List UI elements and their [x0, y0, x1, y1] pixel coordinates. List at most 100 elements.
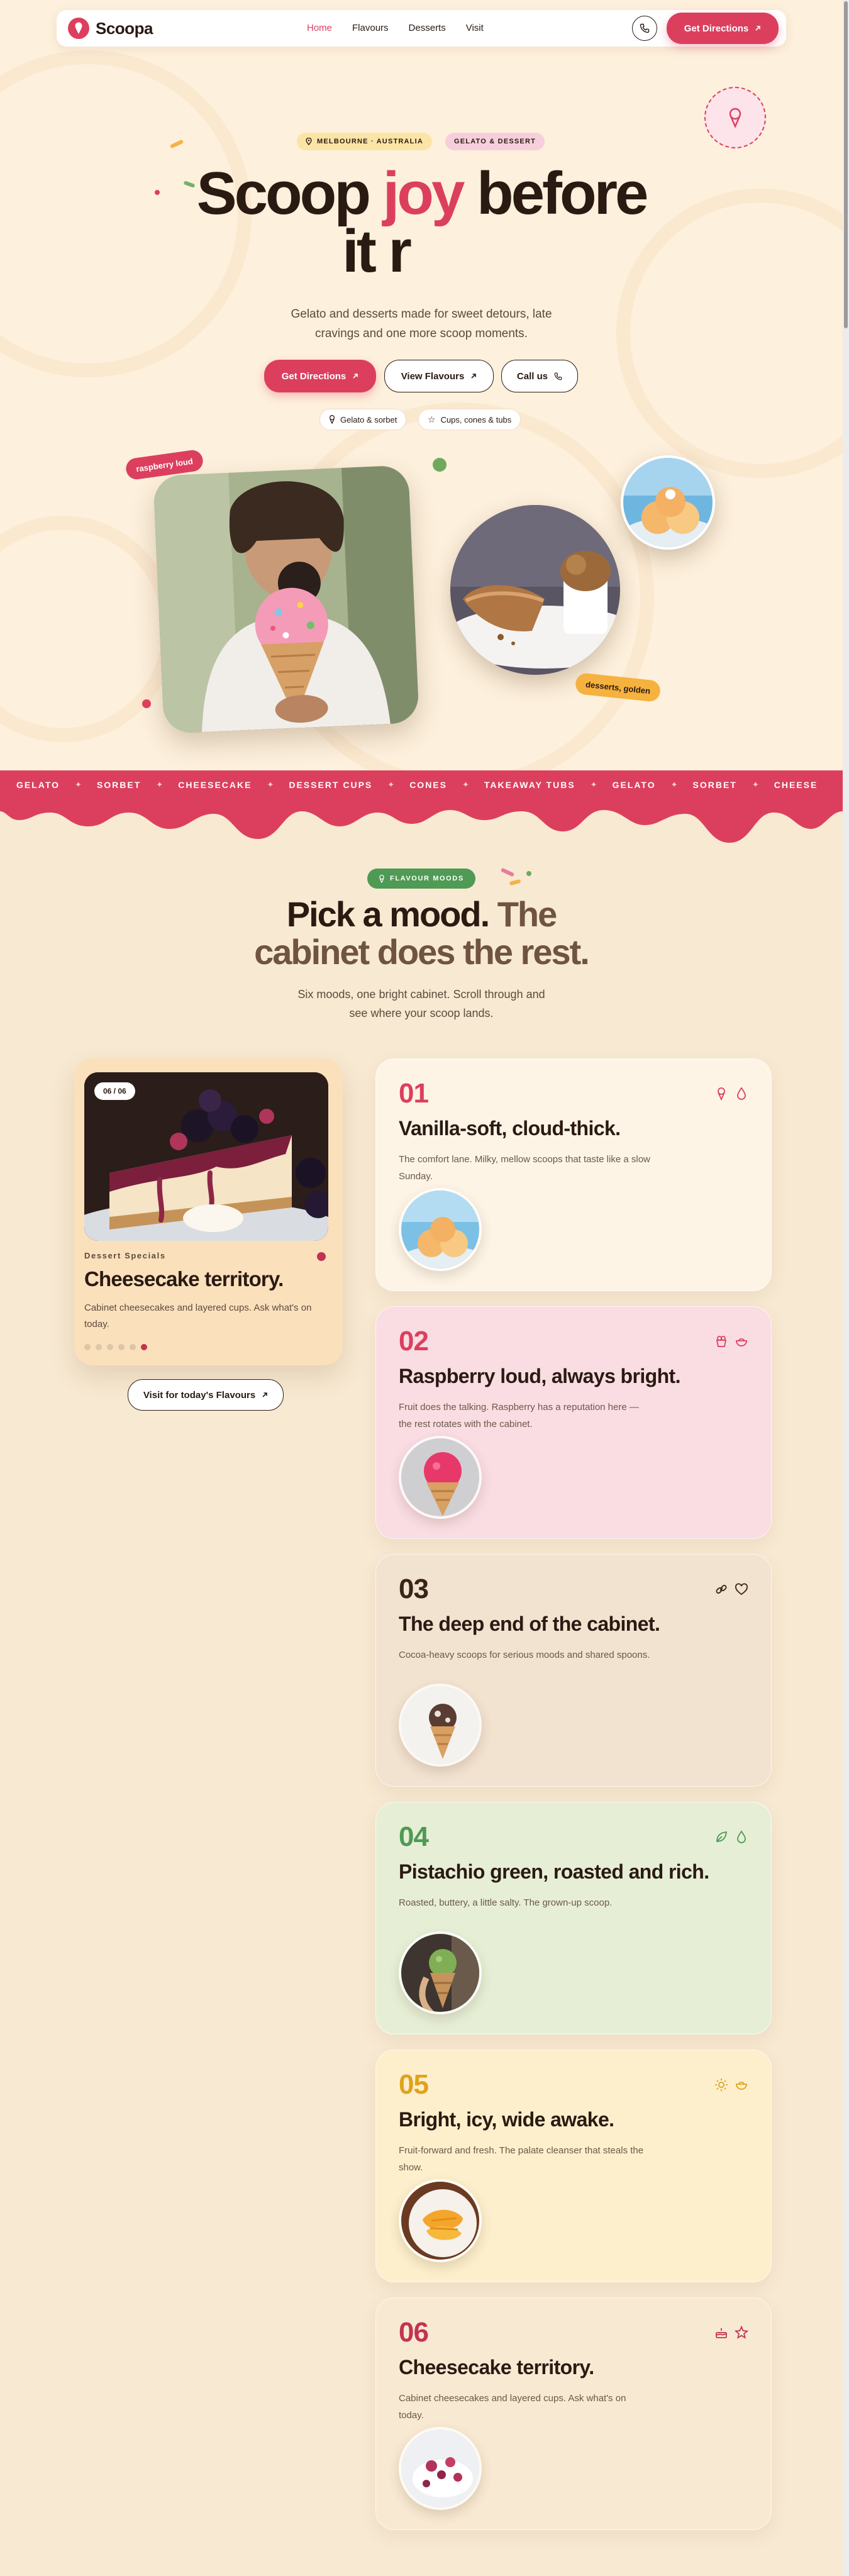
hero-photo-dessert-plate	[450, 505, 620, 675]
hero-title-start: Scoop	[196, 160, 383, 227]
scrollbar[interactable]	[843, 0, 849, 2576]
marquee-item: CHEESE	[774, 780, 818, 790]
preview-eyebrow: Dessert Specials	[84, 1251, 166, 1260]
pagination-dot-active[interactable]	[141, 1344, 147, 1350]
mood-icons	[714, 2326, 748, 2340]
pagination-dot[interactable]	[107, 1344, 113, 1350]
feature-chip-cups: ☆ Cups, cones & tubs	[418, 409, 521, 430]
mood-thumbnail	[399, 2427, 482, 2510]
mood-title: Bright, icy, wide awake.	[399, 2108, 614, 2131]
sparkle-icon: ✦	[752, 780, 759, 789]
moods-title-muted: The	[489, 894, 558, 934]
scrollbar-thumb[interactable]	[844, 1, 848, 328]
cup-icon	[714, 1335, 728, 1348]
phone-icon	[554, 372, 562, 380]
view-flavours-button[interactable]: View Flavours	[384, 360, 494, 392]
feature-chip-label: Cups, cones & tubs	[440, 414, 512, 425]
preview-pagination	[84, 1344, 147, 1350]
call-button[interactable]	[632, 16, 657, 41]
mood-title: Cheesecake territory.	[399, 2356, 594, 2379]
cone-icon	[714, 1087, 728, 1101]
decor-dot	[433, 458, 447, 472]
pagination-dot[interactable]	[130, 1344, 136, 1350]
map-pin-icon	[306, 138, 312, 145]
flavour-marquee: GELATO ✦ SORBET ✦ CHEESECAKE ✦ DESSERT CUPS ✦ CO…	[0, 770, 843, 801]
background-swirl	[0, 516, 176, 742]
nav-link-visit[interactable]: Visit	[466, 23, 484, 33]
hero-subtitle: Gelato and desserts made for sweet detou…	[291, 308, 552, 340]
mood-description: Cabinet cheesecakes and layered cups. As…	[399, 2393, 626, 2421]
sparkle-icon: ✦	[387, 780, 395, 789]
location-tag-label: MELBOURNE · AUSTRALIA	[317, 138, 424, 145]
marquee-item: SORBET	[692, 780, 737, 790]
sparkle-icon: ✦	[590, 780, 597, 789]
visit-flavours-button[interactable]: Visit for today's Flavours	[128, 1379, 284, 1411]
logo-wordmark[interactable]: Scoopa	[96, 19, 153, 38]
sparkle-icon: ✦	[75, 780, 82, 789]
bowl-icon	[735, 1335, 748, 1348]
preview-counter: 06 / 06	[94, 1082, 135, 1100]
cake-icon	[714, 2326, 728, 2340]
phone-icon	[640, 23, 650, 33]
marquee-item: GELATO	[612, 780, 656, 790]
nav-link-desserts[interactable]: Desserts	[409, 23, 446, 33]
feature-chip-gelato: Gelato & sorbet	[319, 409, 407, 430]
visit-flavours-label: Visit for today's Flavours	[143, 1389, 256, 1401]
mood-icons	[714, 1087, 748, 1101]
marquee-items: GELATO ✦ SORBET ✦ CHEESECAKE ✦ DESSERT CUPS ✦ CO…	[16, 780, 818, 790]
mood-card[interactable]: 02 Raspberry loud, always bright. Fruit do…	[375, 1306, 772, 1539]
view-flavours-label: View Flavours	[401, 370, 465, 382]
get-directions-nav-button[interactable]: Get Directions	[667, 13, 779, 44]
pagination-dot[interactable]	[84, 1344, 91, 1350]
mood-number: 06	[399, 2317, 429, 2348]
star-icon	[735, 2326, 748, 2340]
mood-card[interactable]: 03 The deep end of the cabinet. Cocoa-heav…	[375, 1554, 772, 1787]
logo-cone-icon[interactable]	[68, 18, 89, 39]
pagination-dot[interactable]	[96, 1344, 102, 1350]
mood-icons	[714, 2078, 748, 2092]
mood-card[interactable]: 05 Bright, icy, wide awake. Fruit-forward …	[375, 2050, 772, 2282]
hero-photo-ice-cream-scoops	[621, 455, 715, 550]
call-us-button[interactable]: Call us	[501, 360, 578, 392]
mood-icons	[714, 1335, 748, 1348]
location-tag: MELBOURNE · AUSTRALIA	[297, 133, 433, 150]
marquee-item: CHEESECAKE	[178, 780, 252, 790]
leaf-icon	[714, 1830, 728, 1844]
mood-card[interactable]: 06 Cheesecake territory. Cabinet cheesecak…	[375, 2297, 772, 2530]
hero-title-line2: it r	[342, 218, 412, 285]
mood-number: 03	[399, 1574, 429, 1604]
flavour-moods-tag: FLAVOUR MOODS	[367, 869, 475, 889]
nav-link-flavours[interactable]: Flavours	[352, 23, 389, 33]
mood-thumbnail	[399, 1684, 482, 1767]
mood-card[interactable]: 04 Pistachio green, roasted and rich. Roas…	[375, 1802, 772, 2035]
mood-card[interactable]: 01 Vanilla-soft, cloud-thick. The comfort …	[375, 1058, 772, 1291]
moods-subtitle: Six moods, one bright cabinet. Scroll th…	[297, 988, 545, 1019]
sparkle-icon: ✦	[462, 780, 469, 789]
get-directions-button[interactable]: Get Directions	[264, 360, 376, 392]
pagination-dot[interactable]	[118, 1344, 125, 1350]
mood-number: 02	[399, 1326, 429, 1357]
mood-thumbnail	[399, 1931, 482, 2014]
bowl-icon	[735, 2078, 748, 2092]
category-tag-label: GELATO & DESSERT	[454, 138, 536, 145]
cone-icon	[379, 874, 384, 883]
call-us-label: Call us	[516, 370, 548, 382]
cone-badge	[704, 87, 766, 148]
nav-link-home[interactable]: Home	[307, 23, 332, 33]
get-directions-label: Get Directions	[281, 370, 347, 382]
mood-description: Fruit-forward and fresh. The palate clea…	[399, 2145, 644, 2173]
confetti-dot	[526, 871, 531, 876]
category-tag: GELATO & DESSERT	[445, 133, 545, 150]
marquee-item: GELATO	[16, 780, 60, 790]
arrow-up-right-icon	[262, 1392, 267, 1397]
mood-description: Cocoa-heavy scoops for serious moods and…	[399, 1650, 650, 1660]
hero-section: Scoopa Home Flavours Desserts Visit Get …	[0, 0, 843, 770]
arrow-up-right-icon	[471, 374, 477, 379]
mood-description: Fruit does the talking. Raspberry has a …	[399, 1402, 639, 1430]
link-icon	[714, 1582, 728, 1596]
hero-title: Scoop joy before it r	[0, 164, 843, 285]
mood-title: Vanilla-soft, cloud-thick.	[399, 1117, 621, 1140]
mood-thumbnail	[399, 1436, 482, 1519]
mood-icons	[714, 1582, 748, 1596]
ice-cream-icon	[729, 108, 741, 128]
